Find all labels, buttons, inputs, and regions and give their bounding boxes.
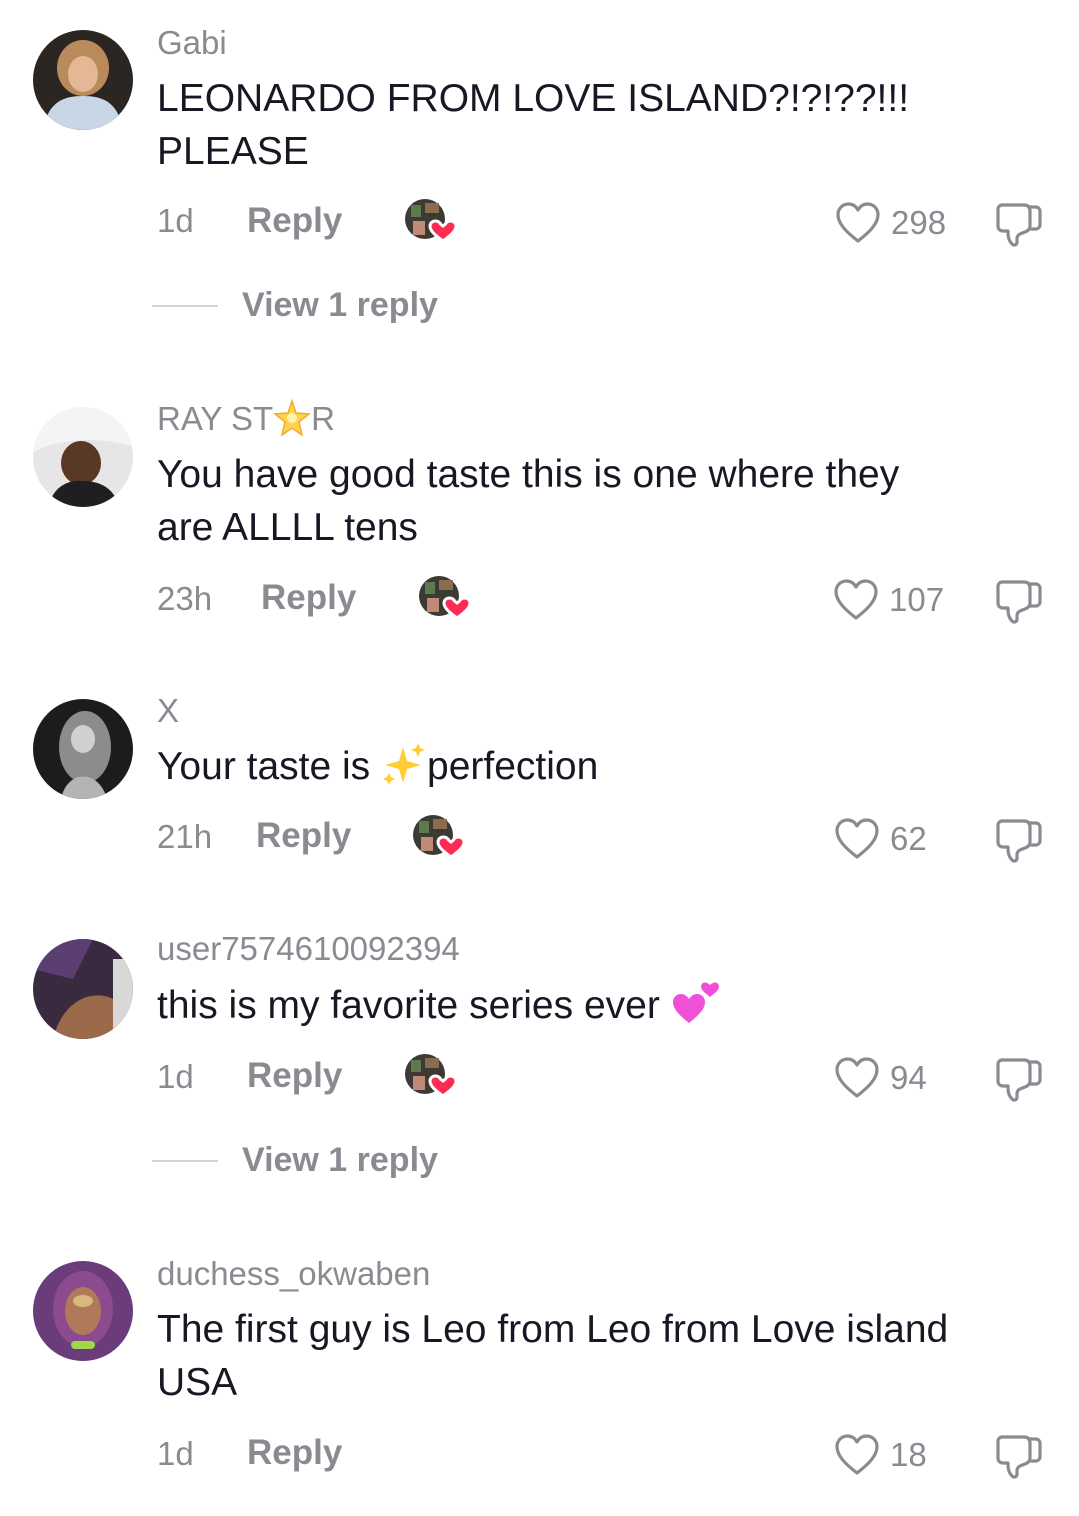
view-replies-label: View 1 reply <box>242 1141 438 1179</box>
timestamp: 21h <box>157 818 213 855</box>
reply-button[interactable]: Reply <box>261 578 356 618</box>
divider <box>152 1159 218 1162</box>
reply-button[interactable]: Reply <box>247 1433 342 1473</box>
like-count: 62 <box>890 820 927 857</box>
comment-text-line: You have good taste this is one where th… <box>157 453 900 496</box>
like-count: 94 <box>890 1059 927 1096</box>
avatar[interactable] <box>33 699 133 799</box>
username-text: R <box>311 400 335 437</box>
heart-outline-icon <box>835 201 881 245</box>
creator-heart-icon <box>417 574 473 622</box>
creator-heart-icon <box>403 1052 459 1100</box>
view-replies-button[interactable]: View 1 reply <box>152 286 438 325</box>
comment-text-part: perfection <box>427 745 599 788</box>
comment-text: You have good taste this is one where th… <box>157 448 1047 554</box>
username[interactable]: X <box>157 692 179 730</box>
thumbs-down-icon[interactable] <box>994 576 1044 626</box>
comment-text: Your taste is perfection <box>157 740 1047 793</box>
comment-text-part: Your taste is <box>157 745 382 788</box>
username[interactable]: user7574610092394 <box>157 930 460 968</box>
view-replies-button[interactable]: View 1 reply <box>152 1141 438 1180</box>
avatar[interactable] <box>33 1261 133 1361</box>
comment-text: The first guy is Leo from Leo from Love … <box>157 1303 1047 1409</box>
glowing-star-icon <box>273 399 312 438</box>
username[interactable]: duchess_okwaben <box>157 1255 430 1293</box>
two-hearts-icon <box>672 982 719 1023</box>
like-button[interactable]: 62 <box>834 815 927 863</box>
thumbs-down-icon[interactable] <box>994 815 1044 865</box>
like-count: 298 <box>891 204 947 241</box>
like-count: 18 <box>890 1436 927 1473</box>
reply-button[interactable]: Reply <box>247 1056 342 1096</box>
comment-text: this is my favorite series ever <box>157 979 1047 1032</box>
like-button[interactable]: 94 <box>834 1054 927 1102</box>
like-button[interactable]: 107 <box>833 576 944 624</box>
thumbs-down-icon[interactable] <box>994 1054 1044 1104</box>
timestamp: 1d <box>157 1435 194 1472</box>
avatar[interactable] <box>33 407 133 507</box>
heart-outline-icon <box>834 1433 880 1477</box>
heart-outline-icon <box>834 1056 880 1100</box>
heart-outline-icon <box>833 578 879 622</box>
heart-outline-icon <box>834 817 880 861</box>
view-replies-label: View 1 reply <box>242 286 438 324</box>
avatar[interactable] <box>33 30 133 130</box>
comment-text: LEONARDO FROM LOVE ISLAND?!?!??!!! PLEAS… <box>157 72 1047 178</box>
creator-heart-icon <box>411 813 467 861</box>
comment-text-part: this is my favorite series ever <box>157 984 671 1027</box>
reply-button[interactable]: Reply <box>256 816 351 856</box>
reply-button[interactable]: Reply <box>247 201 342 241</box>
comment-text-line: USA <box>157 1361 238 1404</box>
creator-heart-icon <box>403 197 459 245</box>
thumbs-down-icon[interactable] <box>994 1431 1044 1481</box>
timestamp: 1d <box>157 202 194 239</box>
username-text: RAY ST <box>157 400 274 437</box>
comment-text-line: are ALLLL tens <box>157 506 418 549</box>
divider <box>152 304 218 307</box>
username[interactable]: RAY ST R <box>157 399 335 438</box>
avatar[interactable] <box>33 939 133 1039</box>
comment-text-line: The first guy is Leo from Leo from Love … <box>157 1308 949 1351</box>
username[interactable]: Gabi <box>157 24 227 62</box>
comment-text-line: LEONARDO FROM LOVE ISLAND?!?!??!!! <box>157 77 910 120</box>
timestamp: 1d <box>157 1058 194 1095</box>
thumbs-down-icon[interactable] <box>994 199 1044 249</box>
timestamp: 23h <box>157 580 213 617</box>
like-count: 107 <box>889 581 945 618</box>
like-button[interactable]: 18 <box>834 1431 927 1479</box>
comment-text-line: PLEASE <box>157 130 309 173</box>
like-button[interactable]: 298 <box>835 199 946 247</box>
sparkles-icon <box>383 742 426 785</box>
